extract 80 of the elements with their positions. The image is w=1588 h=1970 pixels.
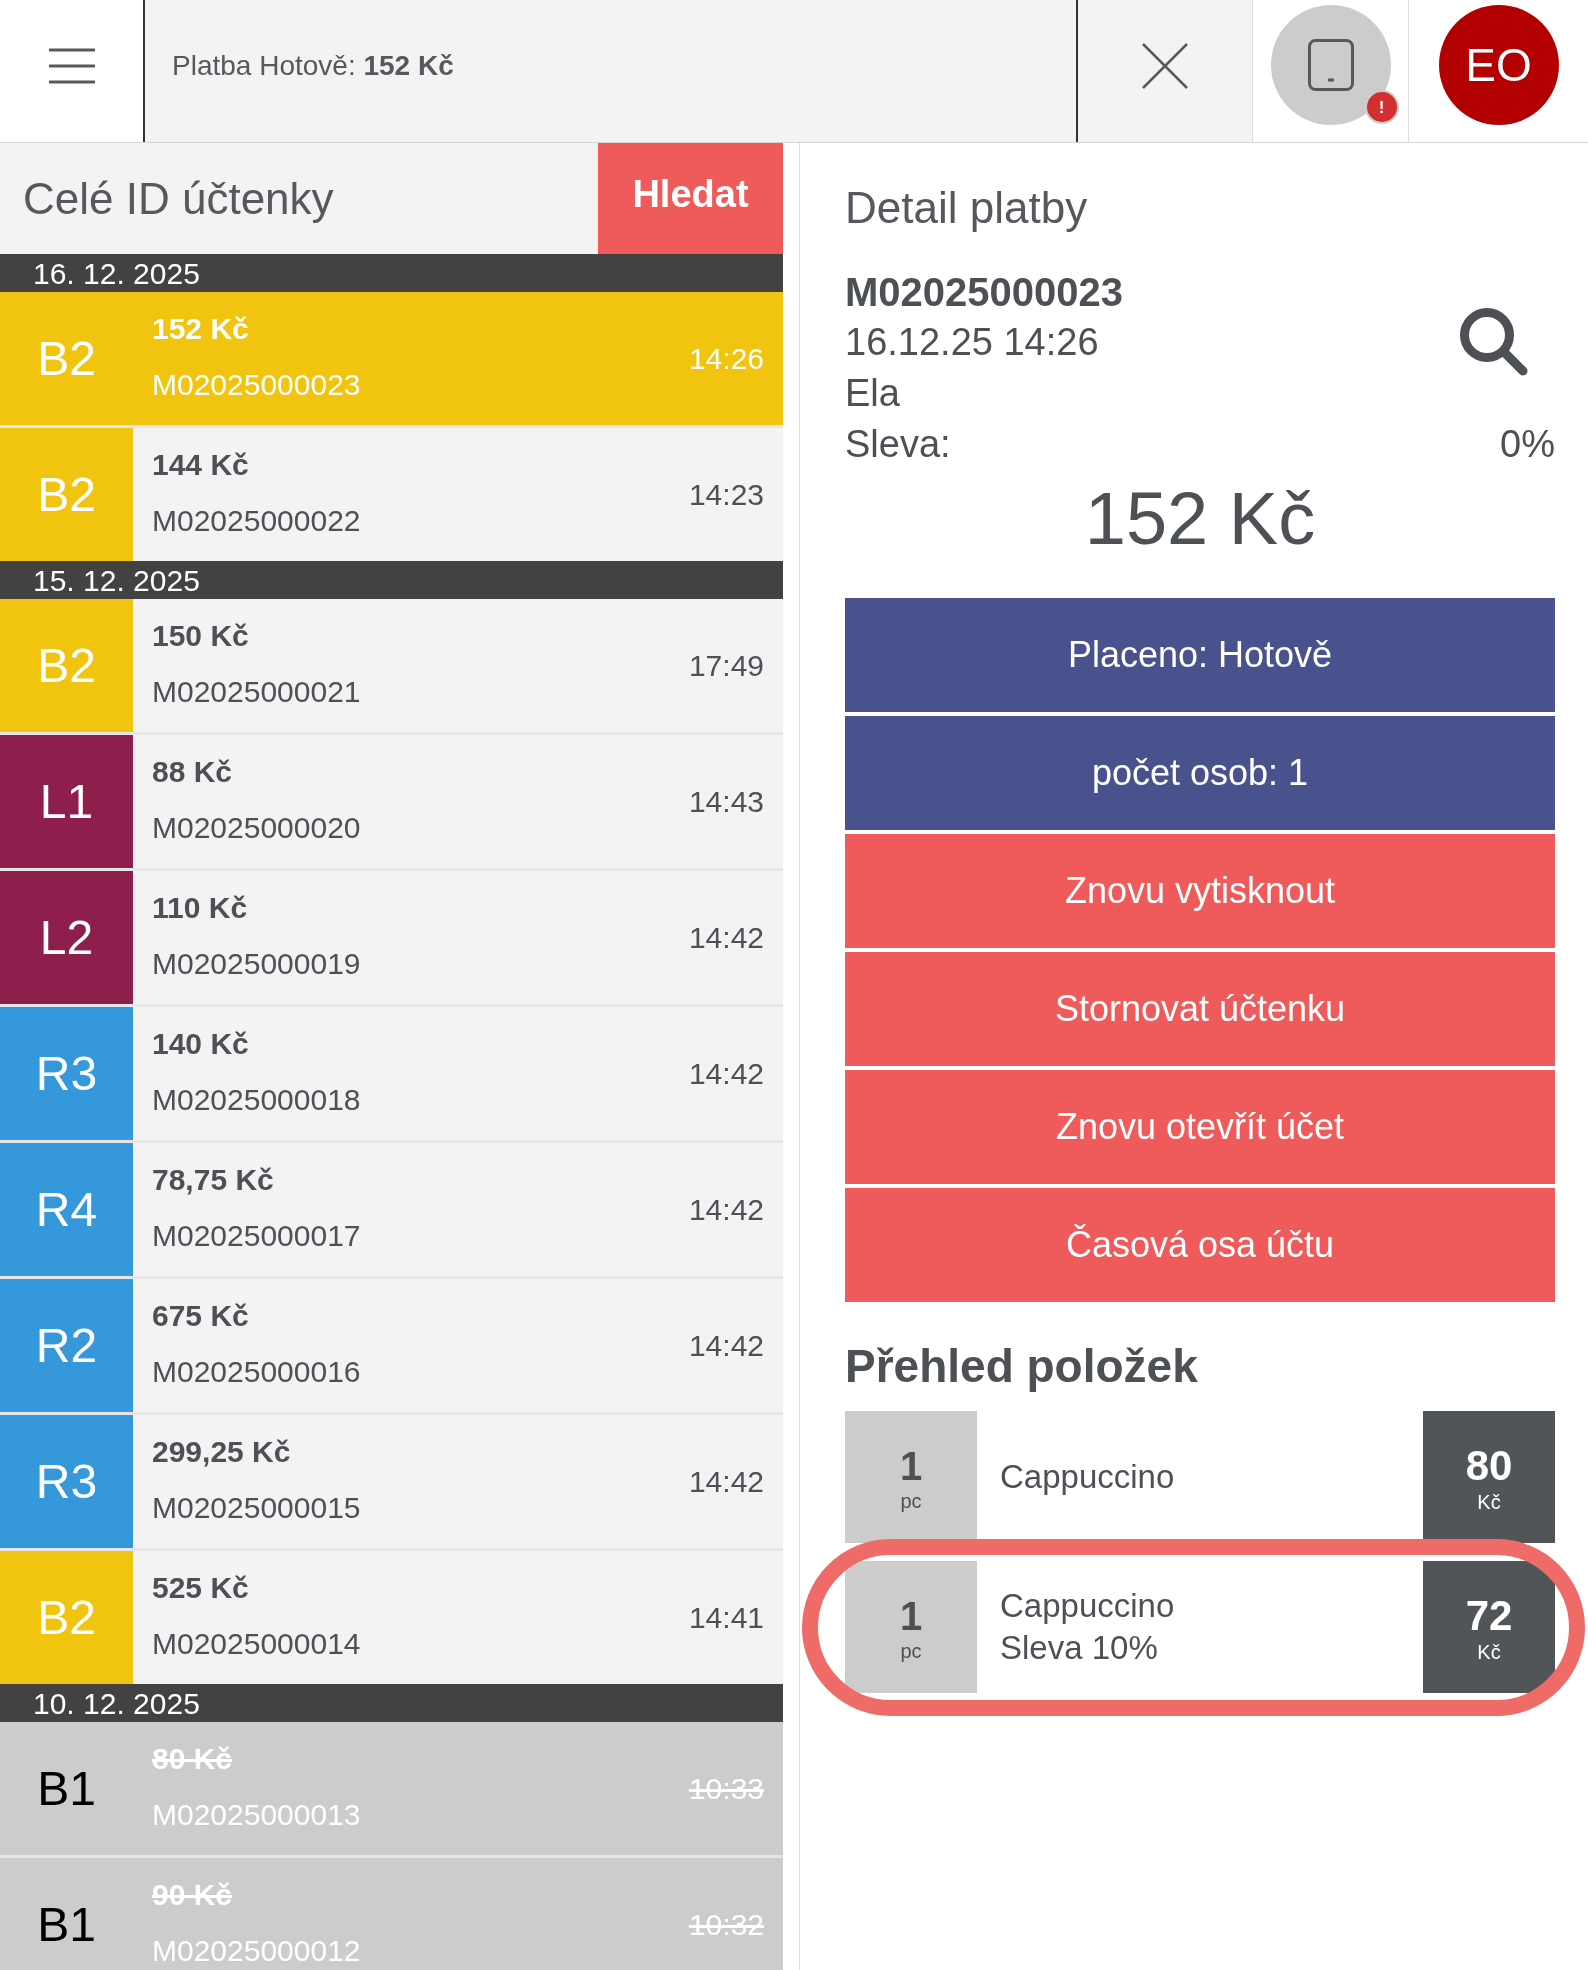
- receipt-id: M02025000019: [152, 945, 361, 982]
- time-text: 17:49: [688, 647, 764, 684]
- search-icon[interactable]: [1460, 308, 1528, 376]
- amount-text: 525 Kč: [152, 1569, 249, 1606]
- time-text: 14:43: [688, 783, 764, 820]
- close-icon: [1141, 42, 1189, 90]
- search-field[interactable]: Celé ID účtenky: [0, 143, 598, 254]
- receipt-row[interactable]: L1 88 Kč M02025000020 14:43: [0, 735, 783, 868]
- receipt-row[interactable]: R2 675 Kč M02025000016 14:42: [0, 1279, 783, 1412]
- menu-icon: [48, 48, 95, 84]
- item-name: Cappuccino: [1000, 1586, 1175, 1626]
- amount-text: 78,75 Kč: [152, 1161, 274, 1198]
- currency-label: Kč: [1477, 1490, 1501, 1515]
- table-badge: B2: [0, 428, 133, 561]
- total-amount: 152 Kč: [1084, 476, 1316, 562]
- receipt-row[interactable]: R3 299,25 Kč M02025000015 14:42: [0, 1415, 783, 1548]
- receipt-row[interactable]: B2 150 Kč M02025000021 17:49: [0, 599, 783, 732]
- items-title: Přehled položek: [845, 1339, 1198, 1394]
- time-text: 14:42: [688, 1055, 764, 1092]
- amount-text: 140 Kč: [152, 1025, 249, 1062]
- table-badge: B2: [0, 1551, 133, 1684]
- time-text: 14:23: [688, 476, 764, 513]
- amount-text: 144 Kč: [152, 446, 249, 483]
- receipt-id: M02025000015: [152, 1489, 361, 1526]
- receipt-id: M02025000023: [152, 366, 361, 403]
- unit-label: pc: [900, 1489, 922, 1514]
- price-value: 80: [1465, 1443, 1513, 1489]
- amount-text: 150 Kč: [152, 617, 249, 654]
- tablet-icon: [1307, 39, 1354, 91]
- item-name: Cappuccino: [1000, 1457, 1175, 1497]
- table-badge: R4: [0, 1143, 133, 1276]
- table-badge: R3: [0, 1007, 133, 1140]
- quantity-value: 1: [899, 1444, 923, 1488]
- table-badge: L1: [0, 735, 133, 868]
- table-badge: L2: [0, 871, 133, 1004]
- currency-label: Kč: [1477, 1640, 1501, 1665]
- amount-text: 88 Kč: [152, 753, 233, 790]
- receipt-row[interactable]: L2 110 Kč M02025000019 14:42: [0, 871, 783, 1004]
- table-badge: R3: [0, 1415, 133, 1548]
- time-text: 14:42: [688, 919, 764, 956]
- time-text: 14:26: [688, 340, 764, 377]
- amount-text: 299,25 Kč: [152, 1433, 291, 1470]
- receipt-row[interactable]: R4 78,75 Kč M02025000017 14:42: [0, 1143, 783, 1276]
- receipt-id: M02025000014: [152, 1625, 361, 1662]
- time-text: 14:42: [688, 1327, 764, 1364]
- time-text: 14:42: [688, 1463, 764, 1500]
- receipt-id: M02025000016: [152, 1353, 361, 1390]
- amount-text: 152 Kč: [152, 310, 249, 347]
- alert-badge: !: [1364, 90, 1399, 124]
- date-header: 10. 12. 2025: [0, 1684, 783, 1722]
- staff-name: Ela: [845, 371, 900, 416]
- receipt-id: M02025000022: [152, 502, 361, 539]
- unit-label: pc: [900, 1639, 922, 1664]
- discount-value: 0%: [1500, 422, 1555, 467]
- price-value: 72: [1465, 1593, 1513, 1639]
- date-header: 15. 12. 2025: [0, 561, 783, 599]
- discount-label: Sleva:: [845, 422, 951, 467]
- receipt-row[interactable]: R3 140 Kč M02025000018 14:42: [0, 1007, 783, 1140]
- payment-title: Platba Hotově: 152 Kč: [172, 49, 454, 83]
- amount-text: 110 Kč: [152, 889, 248, 926]
- receipt-id: M02025000021: [152, 673, 361, 710]
- amount-text: 675 Kč: [152, 1297, 249, 1334]
- table-badge: B2: [0, 599, 133, 732]
- table-badge: R2: [0, 1279, 133, 1412]
- time-text: 14:42: [688, 1191, 764, 1228]
- time-text: 14:41: [688, 1599, 764, 1636]
- receipt-id: M02025000023: [845, 269, 1124, 316]
- receipt-row[interactable]: B2 525 Kč M02025000014 14:41: [0, 1551, 783, 1684]
- detail-title: Detail platby: [845, 182, 1088, 234]
- date-header: 16. 12. 2025: [0, 254, 783, 292]
- action-button[interactable]: počet osob: 1: [845, 716, 1555, 830]
- receipt-row[interactable]: B2 144 Kč M02025000022 14:23: [0, 428, 783, 561]
- receipt-id: M02025000020: [152, 809, 361, 846]
- action-button[interactable]: Placeno: Hotově: [845, 598, 1555, 712]
- quantity-value: 1: [899, 1594, 923, 1638]
- receipt-datetime: 16.12.25 14:26: [845, 320, 1099, 365]
- receipt-id: M02025000017: [152, 1217, 361, 1254]
- item-note: Sleva 10%: [1000, 1628, 1158, 1668]
- user-avatar[interactable]: EO: [1438, 5, 1559, 125]
- receipt-id: M02025000018: [152, 1081, 361, 1118]
